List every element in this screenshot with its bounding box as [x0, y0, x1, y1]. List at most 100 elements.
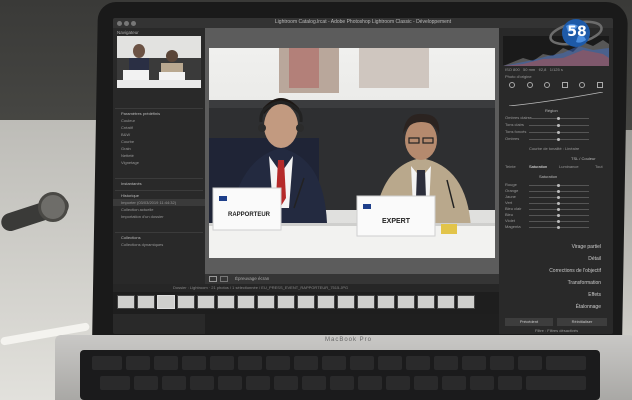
- preset-item[interactable]: Couleur: [113, 117, 205, 124]
- preset-item[interactable]: Vignetage: [113, 159, 205, 166]
- brush-icon[interactable]: [596, 82, 603, 88]
- tab-all[interactable]: Tout: [595, 164, 603, 169]
- window-title: Lightroom Catalog.lrcat - Adobe Photosho…: [274, 19, 452, 25]
- color-slider[interactable]: [529, 202, 589, 205]
- filmstrip-thumb[interactable]: [217, 295, 235, 309]
- history-item[interactable]: Collection actuelle: [113, 206, 205, 213]
- laptop-screen: Lightroom Catalog.lrcat - Adobe Photosho…: [113, 18, 613, 334]
- filmstrip-thumb[interactable]: [297, 295, 315, 309]
- presets-section: Paramètres prédéfinis Couleur Créatif B&…: [113, 110, 205, 166]
- module-transform[interactable]: Transformation: [568, 280, 601, 286]
- region-slider[interactable]: [529, 131, 589, 134]
- crop-tool-icon[interactable]: [509, 82, 515, 88]
- right-panel: ISO 800 50 mm f/2,8 1/125 s Photo d'orig…: [499, 28, 613, 334]
- keyboard-key: [378, 356, 402, 370]
- radial-filter-icon[interactable]: [579, 82, 586, 88]
- keyboard-key: [470, 376, 494, 390]
- color-slider[interactable]: [529, 214, 589, 217]
- preset-item[interactable]: Netteté: [113, 152, 205, 159]
- tab-saturation[interactable]: Saturation: [529, 164, 547, 169]
- preset-item[interactable]: B&W: [113, 131, 205, 138]
- graduated-filter-icon[interactable]: [561, 82, 568, 88]
- placard-expert: EXPERT: [381, 218, 410, 225]
- keyboard-key: [162, 376, 186, 390]
- keyboard-key: [134, 376, 158, 390]
- color-label: Violet: [505, 218, 515, 223]
- module-effects[interactable]: Effets: [588, 292, 601, 298]
- presets-header[interactable]: Paramètres prédéfinis: [113, 110, 205, 117]
- filmstrip-thumb[interactable]: [137, 295, 155, 309]
- color-label: Bleu clair: [505, 206, 522, 211]
- region-slider[interactable]: [529, 117, 589, 120]
- keyboard-key: [322, 356, 346, 370]
- develop-toolbar: Épreuvage écran: [205, 274, 499, 284]
- filmstrip-thumb[interactable]: [457, 295, 475, 309]
- filmstrip-thumb[interactable]: [257, 295, 275, 309]
- tone-curve-graph[interactable]: [508, 91, 604, 107]
- tab-luminance[interactable]: Luminance: [559, 164, 579, 169]
- history-item[interactable]: Importer (03/03/2019 11:44:32): [113, 199, 205, 206]
- module-detail[interactable]: Détail: [588, 256, 601, 262]
- filmstrip-thumb[interactable]: [177, 295, 195, 309]
- module-lens-corrections[interactable]: Corrections de l'objectif: [549, 268, 601, 274]
- main-photo[interactable]: RAPPORTEUR EXPERT: [209, 48, 495, 258]
- filmstrip-header: Dossier : Lightroom · 21 photos / 1 séle…: [113, 284, 499, 292]
- red-eye-icon[interactable]: [544, 82, 551, 88]
- keyboard-key: [414, 376, 438, 390]
- filmstrip-thumb[interactable]: [157, 295, 175, 309]
- color-slider[interactable]: [529, 220, 589, 223]
- preset-item[interactable]: Courbe: [113, 138, 205, 145]
- tsl-header[interactable]: TSL / Couleur: [571, 156, 596, 161]
- compare-view-icon[interactable]: [220, 276, 228, 282]
- filmstrip-thumb[interactable]: [397, 295, 415, 309]
- keyboard-key: [330, 376, 354, 390]
- tab-hue[interactable]: Teinte: [505, 164, 516, 169]
- navigator-preview[interactable]: [117, 36, 201, 88]
- saturation-header: Saturation: [539, 174, 558, 179]
- soft-proofing-label[interactable]: Épreuvage écran: [235, 276, 269, 281]
- keyboard-key: [546, 356, 586, 370]
- keyboard-key: [238, 356, 262, 370]
- filmstrip-thumb[interactable]: [197, 295, 215, 309]
- tool-strip: [509, 82, 603, 90]
- filmstrip-thumb[interactable]: [277, 295, 295, 309]
- region-slider[interactable]: [529, 124, 589, 127]
- preset-item[interactable]: Grain: [113, 145, 205, 152]
- keyboard-key: [358, 376, 382, 390]
- filmstrip-thumb[interactable]: [337, 295, 355, 309]
- previous-button[interactable]: Précédent: [505, 318, 553, 326]
- filmstrip-thumb[interactable]: [357, 295, 375, 309]
- collection-item[interactable]: Collections dynamiques: [113, 241, 205, 248]
- filter-label[interactable]: Filtre : Filtres désactivés: [535, 328, 578, 333]
- preset-item[interactable]: Créatif: [113, 124, 205, 131]
- filmstrip-thumb[interactable]: [437, 295, 455, 309]
- keyboard: [80, 350, 600, 400]
- module-calibration[interactable]: Étalonnage: [576, 304, 601, 310]
- filmstrip-thumb[interactable]: [417, 295, 435, 309]
- color-slider[interactable]: [529, 184, 589, 187]
- laptop-brand: MacBook Pro: [325, 337, 373, 343]
- history-item[interactable]: Importation d'un dossier: [113, 213, 205, 220]
- spot-removal-icon[interactable]: [526, 82, 533, 88]
- filmstrip-thumb[interactable]: [377, 295, 395, 309]
- color-slider[interactable]: [529, 196, 589, 199]
- tone-curve-mode[interactable]: Courbe de tonalité : Linéaire: [529, 146, 579, 151]
- history-header[interactable]: Historique: [113, 192, 205, 199]
- filmstrip-thumb[interactable]: [117, 295, 135, 309]
- loupe-view-icon[interactable]: [209, 276, 217, 282]
- keyboard-key: [190, 376, 214, 390]
- collections-header[interactable]: Collections: [113, 234, 205, 241]
- module-split-toning[interactable]: Virage partiel: [572, 244, 601, 250]
- keyboard-key: [442, 376, 466, 390]
- region-slider[interactable]: [529, 138, 589, 141]
- show-original-checkbox[interactable]: Photo d'origine: [505, 74, 532, 79]
- keyboard-key: [434, 356, 458, 370]
- filmstrip-thumb[interactable]: [237, 295, 255, 309]
- color-slider[interactable]: [529, 208, 589, 211]
- color-slider[interactable]: [529, 226, 589, 229]
- filmstrip-thumb[interactable]: [317, 295, 335, 309]
- color-slider[interactable]: [529, 190, 589, 193]
- snapshots-header[interactable]: Instantanés: [113, 180, 205, 187]
- color-label: Bleu: [505, 212, 514, 217]
- reset-button[interactable]: Réinitialiser: [557, 318, 607, 326]
